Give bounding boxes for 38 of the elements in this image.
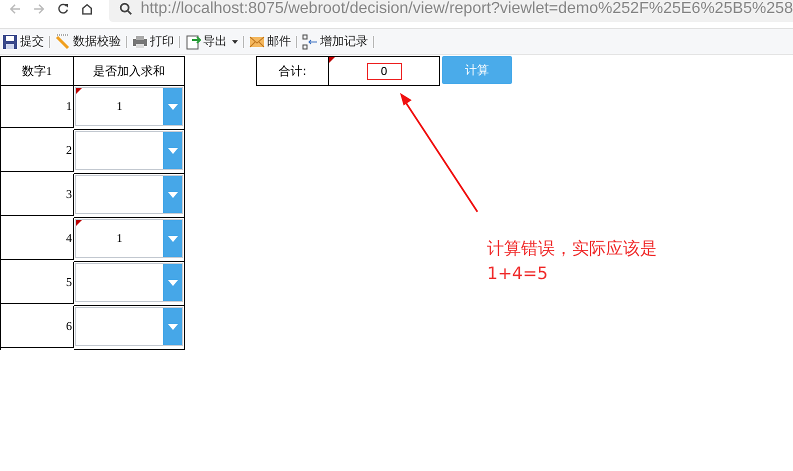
dropdown-field[interactable]: 1 [75, 219, 183, 258]
add-row-icon [302, 34, 318, 50]
dropdown-caret-icon [168, 192, 178, 198]
edited-marker-icon [76, 88, 82, 94]
dropdown-caret-icon [168, 324, 178, 330]
dropdown-caret-icon [168, 280, 178, 286]
table-cell: 3 [1, 174, 74, 216]
toolbar-button[interactable]: 数据校验 [53, 33, 123, 50]
dropdown-field[interactable] [75, 263, 183, 302]
dropdown-caret-icon [168, 148, 178, 154]
toolbar-button[interactable]: 打印 [130, 33, 176, 50]
search-icon [118, 2, 133, 16]
dropdown-field[interactable]: 1 [75, 87, 183, 126]
toolbar-button[interactable]: 邮件 [247, 33, 293, 50]
annotation-text: 计算错误，实际应该是 1+4=5 [487, 238, 657, 286]
sum-label: 合计: [256, 56, 329, 86]
printer-icon [132, 34, 148, 50]
caret-icon [232, 40, 238, 44]
toolbar-button[interactable]: 增加记录 [300, 33, 370, 50]
dropdown-caret-icon [168, 236, 178, 242]
dropdown-field[interactable] [75, 175, 183, 214]
table-cell: 1 [1, 86, 74, 128]
dropdown-caret-icon [168, 104, 178, 110]
envelope-icon [249, 34, 265, 50]
table-cell: 4 [1, 218, 74, 260]
toolbar-button[interactable]: 导出 [183, 33, 240, 50]
column-header: 数字1 [1, 57, 74, 86]
dropdown-field[interactable] [75, 307, 183, 346]
table-cell: 2 [1, 130, 74, 172]
table-cell: 6 [1, 306, 74, 348]
dropdown-field[interactable] [75, 131, 183, 170]
toolbar-button[interactable]: 提交 [0, 33, 46, 50]
table-cell: 5 [1, 262, 74, 304]
sum-value: 0 [366, 62, 402, 80]
column-header: 是否加入求和 [74, 57, 185, 86]
edited-marker-icon [329, 57, 335, 63]
edited-marker-icon [76, 220, 82, 226]
pencil-icon [55, 34, 71, 50]
